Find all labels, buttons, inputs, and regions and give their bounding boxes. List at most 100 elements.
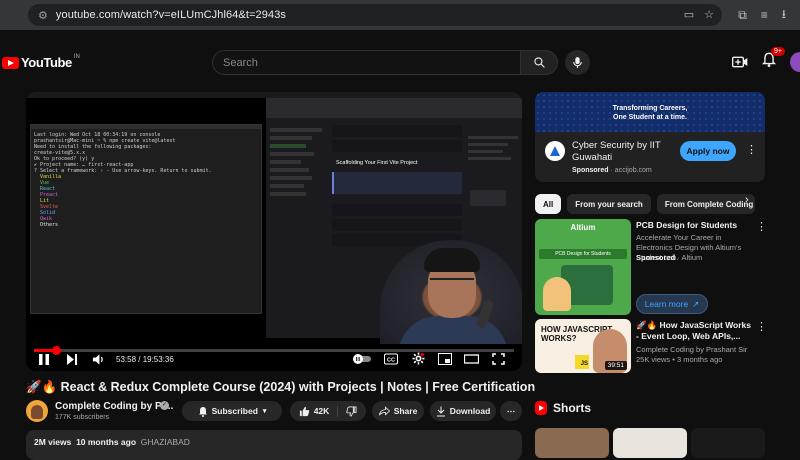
chevron-right-icon[interactable]: › — [745, 194, 749, 206]
verified-check-icon: ✓ — [160, 401, 169, 410]
download-icon — [436, 406, 445, 416]
theater-mode-button[interactable] — [464, 353, 479, 365]
short-thumbnail[interactable] — [613, 428, 687, 458]
like-button[interactable]: 42K — [299, 405, 339, 417]
time-display: 53:58 / 19:53:36 — [116, 355, 174, 364]
external-link-icon: ↗ — [692, 298, 700, 309]
shorts-title: Shorts — [553, 401, 592, 415]
thumbs-down-icon — [346, 406, 357, 416]
short-thumbnail[interactable] — [691, 428, 765, 458]
ad-sponsored-label: Sponsored — [572, 167, 609, 174]
address-bar[interactable]: ⚙ youtube.com/watch?v=eILUmCJhl64&t=2943… — [28, 4, 722, 26]
docs-sidebar — [270, 124, 322, 200]
settings-button[interactable] — [412, 352, 425, 365]
ad-more-icon[interactable]: ⋮ — [746, 143, 757, 156]
player-controls: 53:58 / 19:53:36 CC — [26, 350, 522, 371]
miniplayer-button[interactable] — [438, 353, 452, 365]
video-duration: 39:51 — [604, 361, 627, 370]
search-input[interactable]: Search — [212, 50, 522, 75]
volume-button[interactable] — [92, 353, 105, 366]
recommendation-channel[interactable]: Complete Coding by Prashant Sir — [636, 345, 747, 355]
search-icon — [533, 57, 545, 68]
chip-all[interactable]: All — [535, 194, 562, 214]
ad-banner-line1: Transforming Careers, — [612, 105, 688, 112]
ad-sponsor-line: Sponsored · accijob.com — [572, 167, 652, 174]
short-thumbnail[interactable] — [535, 428, 609, 458]
video-title: 🚀🔥 React & Redux Complete Course (2024) … — [26, 380, 536, 394]
site-info-icon[interactable]: ⚙ — [38, 9, 48, 22]
volume-icon — [92, 354, 103, 365]
voice-search-button[interactable] — [565, 50, 590, 75]
logo-text: YouTube — [21, 55, 72, 70]
svg-text:CC: CC — [387, 358, 395, 364]
recommendation-thumbnail[interactable]: Altium PCB Design for Students — [535, 219, 631, 315]
install-app-icon[interactable]: ▭ — [684, 8, 694, 21]
shorts-icon — [535, 401, 547, 415]
chip-from-your-search[interactable]: From your search — [567, 194, 651, 214]
share-button[interactable]: Share — [372, 401, 424, 421]
youtube-play-icon — [2, 56, 19, 69]
subscriber-count: 177K subscribers — [55, 414, 110, 421]
search-button[interactable] — [520, 50, 558, 75]
microphone-icon — [573, 57, 582, 68]
channel-name[interactable]: Complete Coding by Pr... — [55, 401, 173, 412]
extensions-icon[interactable]: ⧉ — [738, 8, 747, 23]
ad-title[interactable]: Cyber Security by IIT Guwahati — [572, 140, 692, 164]
js-badge: JS — [575, 355, 589, 369]
recommendation-title[interactable]: 🚀🔥 How JavaScript Works - Event Loop, We… — [636, 320, 756, 342]
autoplay-toggle-icon — [353, 354, 371, 364]
gear-icon — [412, 352, 425, 365]
search-placeholder: Search — [223, 56, 258, 69]
chevron-down-icon: ▾ — [262, 408, 267, 415]
captions-button[interactable]: CC — [384, 353, 398, 365]
video-player[interactable]: Last login: Wed Oct 18 00:34:19 on conso… — [26, 92, 522, 371]
create-video-icon[interactable] — [732, 55, 748, 69]
docs-heading: Scaffolding Your First Vite Project — [336, 160, 418, 166]
autoplay-toggle[interactable] — [352, 353, 372, 365]
filter-chips: All From your search From Complete Codin… — [535, 194, 755, 214]
header-actions: 9+ — [732, 47, 800, 72]
recommendation-thumbnail[interactable]: HOW JAVASCRIPT WORKS? JS 39:51 — [535, 319, 631, 373]
country-code: IN — [73, 53, 80, 60]
account-avatar[interactable] — [790, 52, 800, 72]
subscribed-button[interactable]: Subscribed ▾ — [182, 401, 282, 421]
like-dislike-group: 42K — [290, 401, 366, 421]
notification-badge: 9+ — [771, 47, 785, 56]
media-control-icon[interactable]: ≡ — [761, 8, 768, 22]
download-button[interactable]: Download — [430, 401, 496, 421]
ad-advertiser-logo — [545, 141, 565, 161]
ad-domain: accijob.com — [614, 167, 652, 174]
channel-avatar[interactable] — [26, 400, 48, 422]
thumbs-up-icon — [299, 406, 309, 416]
chip-from-complete-coding[interactable]: From Complete Coding — [656, 194, 755, 214]
share-icon — [378, 406, 390, 416]
docs-sponsor-card — [470, 190, 506, 206]
thumb-band-text: PCB Design for Students — [539, 249, 627, 259]
learn-more-label: Learn more — [644, 299, 689, 309]
browser-toolbar: ⚙ youtube.com/watch?v=eILUmCJhl64&t=2943… — [0, 0, 800, 30]
sponsored-label: Sponsored — [636, 253, 676, 262]
youtube-logo[interactable]: YouTube IN — [2, 53, 80, 70]
ad-banner-image[interactable]: Transforming Careers, One Student at a t… — [535, 92, 765, 132]
dislike-button[interactable] — [338, 406, 357, 417]
description-box[interactable]: 2M views 10 months ago GHAZIABAD — [26, 430, 522, 460]
pause-button[interactable] — [38, 353, 50, 366]
notifications-button[interactable]: 9+ — [761, 47, 785, 72]
terminal-option: Others — [40, 222, 59, 228]
more-actions-button[interactable]: ⋯ — [500, 401, 522, 421]
docs-toc — [468, 132, 518, 164]
next-button[interactable] — [66, 353, 78, 366]
fullscreen-button[interactable] — [492, 353, 505, 365]
video-terminal-window: Last login: Wed Oct 18 00:34:19 on conso… — [30, 124, 262, 314]
learn-more-button[interactable]: Learn more ↗ — [636, 294, 708, 314]
thumb-brand: Altium — [570, 223, 596, 232]
apply-now-button[interactable]: Apply now — [680, 141, 736, 161]
recommendation-more-icon[interactable]: ⋮ — [756, 320, 767, 333]
recommendation-more-icon[interactable]: ⋮ — [756, 220, 767, 233]
recommendation-title[interactable]: PCB Design for Students — [636, 220, 756, 231]
download-icon[interactable]: ⭳ — [782, 5, 786, 26]
pause-icon — [39, 354, 49, 365]
share-label: Share — [393, 406, 418, 416]
miniplayer-icon — [438, 353, 452, 365]
bookmark-star-icon[interactable]: ☆ — [704, 8, 714, 21]
